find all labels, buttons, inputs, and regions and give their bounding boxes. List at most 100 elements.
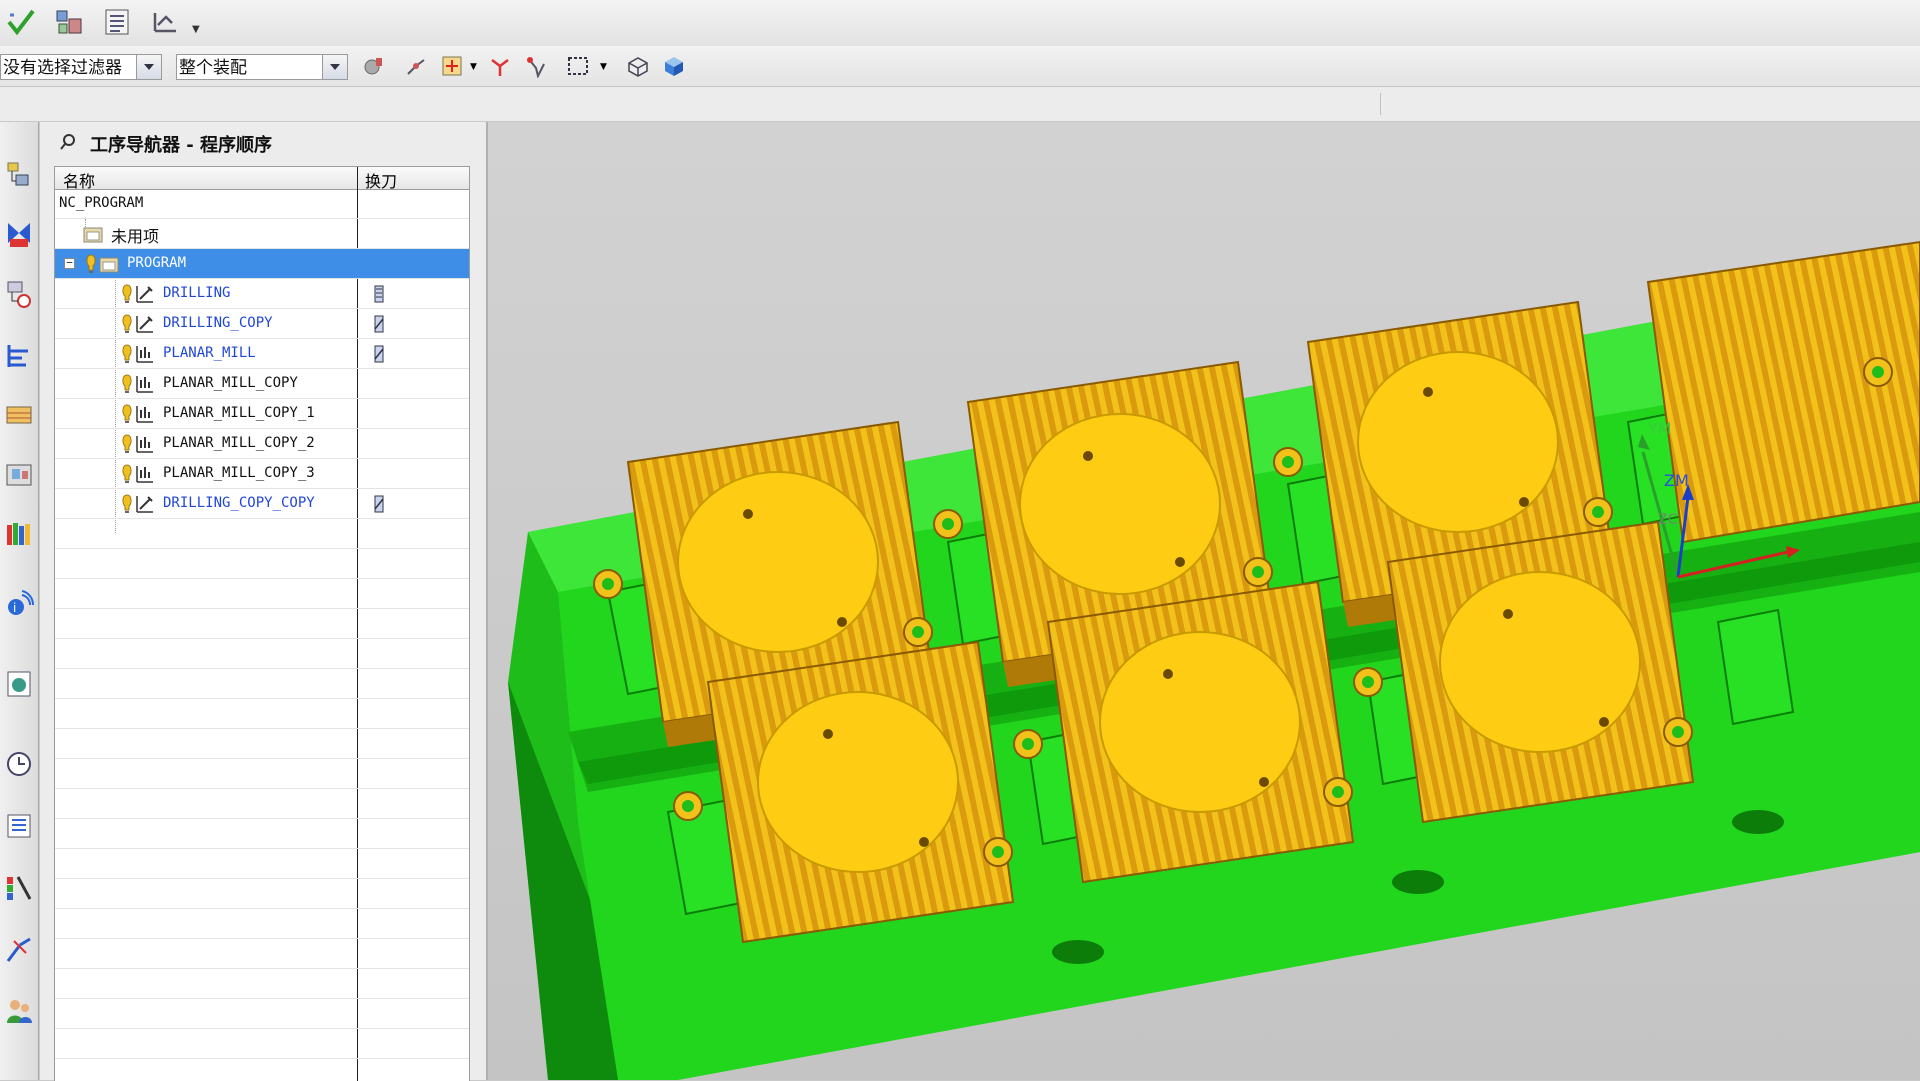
select-point-icon[interactable] [438,52,466,80]
tree-row-label: 未用项 [111,227,160,246]
planar-mill-icon [135,404,155,424]
operation-navigator-panel: 工序导航器 - 程序顺序 名称 换刀 NC_PROGRAM 未用项 − PROG… [40,122,488,1081]
intersection-icon[interactable] [486,52,514,80]
chevron-down-icon[interactable]: ▼ [600,62,607,72]
snap-point-icon[interactable] [402,52,430,80]
pin-icon[interactable] [58,132,78,157]
tool-change-icon [374,285,384,303]
system-materials-icon[interactable] [3,804,35,848]
shaded-view-icon[interactable] [660,52,688,80]
empty-row [55,1029,469,1059]
warning-bulb-icon [117,314,137,334]
check-icon[interactable] [4,5,38,39]
chevron-down-icon[interactable]: ▼ [192,24,200,35]
main-toolbar: ▼ [0,0,1920,47]
empty-row [55,579,469,609]
axis-label-ym: YM [1647,419,1672,438]
tool-change-icon [374,345,384,363]
drilling-operation-icon [135,314,155,334]
empty-row [55,759,469,789]
tree-row-label: NC_PROGRAM [59,195,144,211]
chevron-down-icon[interactable] [136,55,161,79]
tree-row-label: DRILLING [163,285,231,301]
tree-row-planar-mill-copy[interactable]: PLANAR_MILL_COPY [55,369,469,399]
machine-tool-navigator-icon[interactable] [3,392,35,436]
tool-change-icon [374,315,384,333]
planar-mill-icon [135,344,155,364]
warning-bulb-icon [117,464,137,484]
tree-row-planar-mill-copy-3[interactable]: PLANAR_MILL_COPY_3 [55,459,469,489]
hd3d-tools-icon[interactable]: i [3,582,35,626]
fixture-hole [1392,870,1444,894]
process-studio-icon[interactable] [3,866,35,910]
folder-icon [83,224,103,244]
report-icon[interactable] [100,5,134,39]
chevron-down-icon[interactable] [322,55,347,79]
collapse-toggle-icon[interactable]: − [64,257,75,269]
assembly-icon[interactable] [52,5,86,39]
planar-mill-icon [135,464,155,484]
tree-row-program[interactable]: − PROGRAM [55,249,469,279]
column-header: 名称 换刀 [55,167,469,191]
cad-model-view[interactable]: YM ZM ZC [488,122,1920,1080]
tree-row-planar-mill[interactable]: PLANAR_MILL [55,339,469,369]
graphics-viewport[interactable]: YM ZM ZC [488,122,1920,1080]
svg-text:i: i [13,601,16,615]
drilling-operation-icon [135,494,155,514]
tree-row-unused-items[interactable]: 未用项 [55,219,469,249]
manufacturing-wizard-icon[interactable] [3,928,35,972]
empty-row [55,879,469,909]
navigator-title: 工序导航器 - 程序顺序 [90,135,273,156]
scope-dropdown[interactable]: 整个装配 [176,54,348,80]
tree-row-drilling-copy[interactable]: DRILLING_COPY [55,309,469,339]
wireframe-icon[interactable] [624,52,652,80]
empty-row [55,999,469,1029]
navigator-header: 工序导航器 - 程序顺序 [58,132,272,156]
tree-row-drilling-copy-copy[interactable]: DRILLING_COPY_COPY [55,489,469,519]
tree-row-label: PLANAR_MILL_COPY [163,375,298,391]
axis-label-zc: ZC [1658,512,1678,528]
select-feature-icon[interactable] [522,52,550,80]
tree-row-planar-mill-copy-2[interactable]: PLANAR_MILL_COPY_2 [55,429,469,459]
filter-settings-icon[interactable] [360,52,388,80]
drilling-operation-icon [135,284,155,304]
selection-filter-value: 没有选择过滤器 [3,58,122,78]
reuse-library-icon[interactable] [3,512,35,556]
part-navigator-icon[interactable] [3,272,35,316]
warning-bulb-icon [81,254,101,274]
empty-row [55,909,469,939]
empty-row [55,819,469,849]
empty-row [55,789,469,819]
empty-row [55,699,469,729]
tree-row-planar-mill-copy-1[interactable]: PLANAR_MILL_COPY_1 [55,399,469,429]
empty-row [55,849,469,879]
operation-navigator-icon[interactable] [3,334,35,378]
empty-row [55,639,469,669]
tree-row-label: DRILLING_COPY_COPY [163,495,315,511]
machining-feature-icon[interactable] [3,452,35,496]
fixture-hole [1732,810,1784,834]
history-clock-icon[interactable] [3,742,35,786]
tool-change-icon [374,495,384,513]
operation-tree: 名称 换刀 NC_PROGRAM 未用项 − PROGRAM DRILLING [54,166,470,1081]
tree-row-label: PLANAR_MILL [163,345,256,361]
web-browser-icon[interactable] [3,662,35,706]
roles-icon[interactable] [3,988,35,1032]
empty-row [55,969,469,999]
tree-row-label: PLANAR_MILL_COPY_3 [163,465,315,481]
tree-row-label: PLANAR_MILL_COPY_2 [163,435,315,451]
warning-bulb-icon [117,494,137,514]
rectangle-select-icon[interactable] [564,52,592,80]
tree-row-label: PLANAR_MILL_COPY_1 [163,405,315,421]
chevron-down-icon[interactable]: ▼ [470,62,477,72]
constraint-navigator-icon[interactable] [3,212,35,256]
planar-mill-icon [135,374,155,394]
toolpath-icon[interactable] [148,5,182,39]
warning-bulb-icon [117,284,137,304]
toolbar-separator [1380,93,1381,115]
tree-row-drilling[interactable]: DRILLING [55,279,469,309]
tree-row-nc-program[interactable]: NC_PROGRAM [55,189,469,219]
assembly-navigator-icon[interactable] [3,152,35,196]
selection-filter-dropdown[interactable]: 没有选择过滤器 [0,54,162,80]
axis-label-zm: ZM [1664,471,1689,490]
